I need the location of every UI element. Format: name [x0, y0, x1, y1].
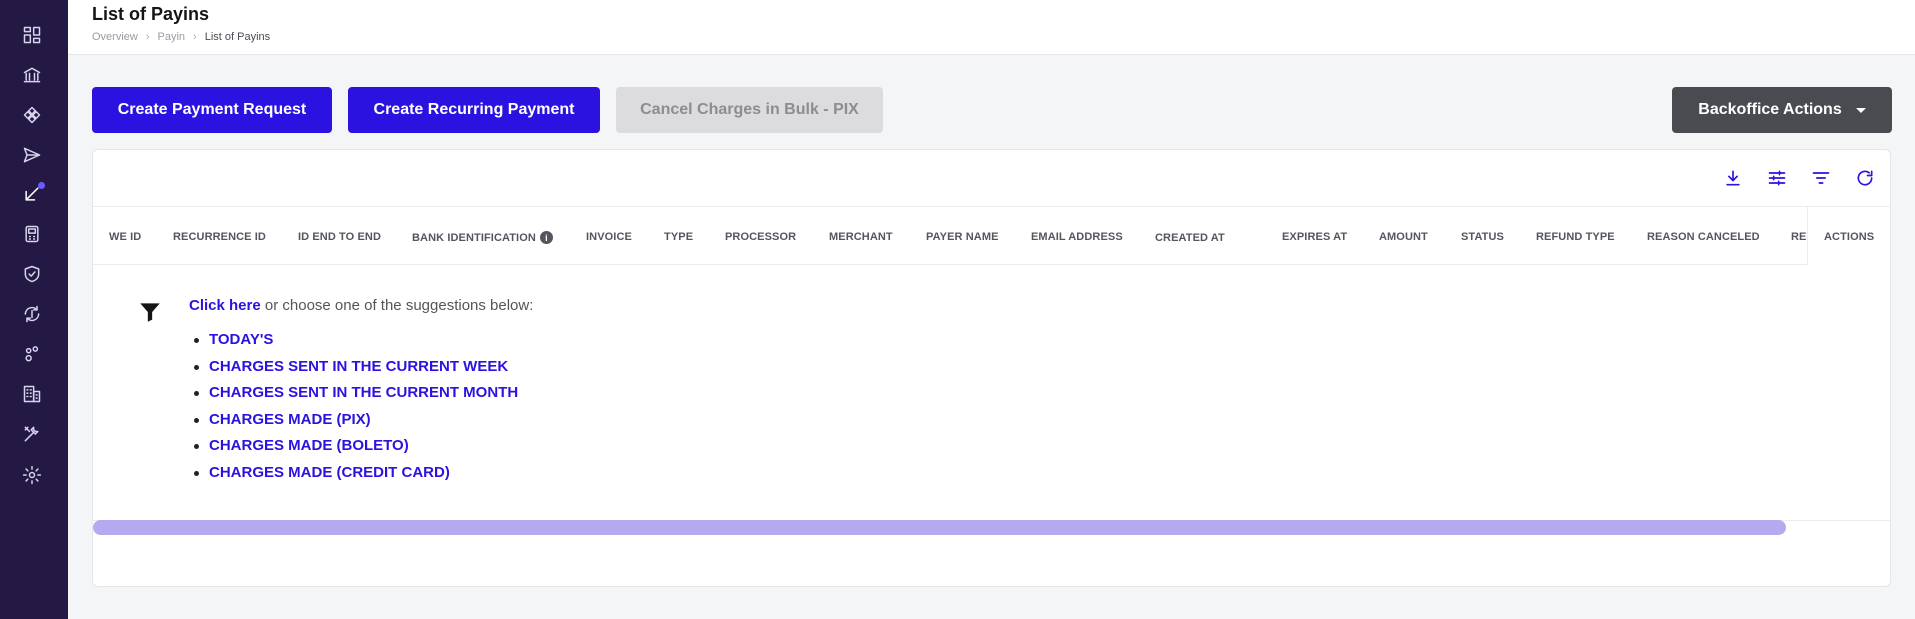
sidebar-item-pix[interactable] — [18, 101, 46, 129]
breadcrumb: Overview › Payin › List of Payins — [92, 31, 270, 43]
suggestion-todays[interactable]: TODAY'S — [189, 331, 518, 358]
breadcrumb-current: List of Payins — [204, 31, 271, 43]
suggestion-pix[interactable]: CHARGES MADE (PIX) — [189, 411, 518, 438]
download-icon — [1726, 170, 1740, 186]
sidebar-item-recurring[interactable] — [18, 300, 46, 328]
backoffice-actions-button[interactable]: Backoffice Actions — [1672, 87, 1892, 133]
cancel-charges-bulk-button[interactable]: Cancel Charges in Bulk - PIX — [616, 87, 883, 133]
column-header-we-id[interactable]: WE ID — [109, 231, 141, 243]
sidebar-item-dashboard[interactable] — [18, 21, 46, 49]
pos-terminal-icon — [25, 225, 39, 243]
caret-down-icon — [1855, 107, 1866, 113]
suggestion-boleto[interactable]: CHARGES MADE (BOLETO) — [189, 437, 518, 464]
breadcrumb-payin[interactable]: Payin — [158, 31, 186, 43]
suggestion-current-month[interactable]: CHARGES SENT IN THE CURRENT MONTH — [189, 384, 518, 411]
actions-column: ACTIONS — [1807, 207, 1890, 265]
table-header: WE ID RECURRENCE ID ID END TO END BANK I… — [93, 207, 1890, 265]
column-header-merchant[interactable]: MERCHANT — [829, 231, 893, 243]
horizontal-scrollbar[interactable] — [93, 520, 1786, 535]
send-icon — [23, 147, 41, 163]
payins-table-card: WE ID RECURRENCE ID ID END TO END BANK I… — [92, 149, 1891, 587]
suggestion-current-week[interactable]: CHARGES SENT IN THE CURRENT WEEK — [189, 358, 518, 385]
column-header-invoice[interactable]: INVOICE — [586, 231, 632, 243]
column-header-amount[interactable]: AMOUNT — [1379, 231, 1428, 243]
filter-lines-icon — [1812, 172, 1830, 184]
nodes-icon — [25, 346, 39, 362]
page-header: List of Payins Overview › Payin › List o… — [68, 0, 1915, 55]
columns-settings-icon — [1768, 170, 1786, 186]
click-here-link[interactable]: Click here — [189, 297, 261, 314]
refresh-icon — [1857, 170, 1873, 186]
sidebar-item-nodes[interactable] — [18, 340, 46, 368]
chevron-right-icon: › — [193, 31, 197, 43]
column-header-email-address[interactable]: EMAIL ADDRESS — [1031, 231, 1123, 243]
sidebar-item-companies[interactable] — [18, 380, 46, 408]
page-title: List of Payins — [92, 4, 210, 24]
dashboard-icon — [23, 26, 41, 44]
tools-icon — [24, 426, 39, 442]
table-toolbar — [93, 150, 1890, 207]
column-header-type[interactable]: TYPE — [664, 231, 693, 243]
backoffice-actions-label: Backoffice Actions — [1698, 101, 1842, 118]
sidebar-item-settings[interactable] — [18, 461, 46, 489]
suggestion-credit-card[interactable]: CHARGES MADE (CREDIT CARD) — [189, 464, 518, 491]
column-header-reason-canceled[interactable]: REASON CANCELED — [1647, 231, 1760, 243]
create-recurring-payment-button[interactable]: Create Recurring Payment — [348, 87, 600, 133]
sidebar-item-payin[interactable] — [18, 180, 46, 208]
recurring-icon — [24, 305, 40, 323]
column-header-refund-type[interactable]: REFUND TYPE — [1536, 231, 1615, 243]
column-header-expires-at[interactable]: EXPIRES AT — [1282, 231, 1347, 243]
refresh-button[interactable] — [1854, 167, 1876, 189]
funnel-icon — [140, 303, 160, 322]
sidebar-item-pos[interactable] — [18, 220, 46, 248]
filter-button[interactable] — [1810, 167, 1832, 189]
column-header-bank-identification[interactable]: BANK IDENTIFICATION i — [412, 231, 553, 244]
pix-icon — [23, 106, 41, 124]
empty-state-message: Click here or choose one of the suggesti… — [189, 297, 533, 314]
notification-dot — [38, 182, 45, 189]
sidebar-item-tools[interactable] — [18, 420, 46, 448]
column-header-actions: ACTIONS — [1824, 231, 1875, 243]
column-header-created-at[interactable]: CREATED AT — [1155, 232, 1225, 244]
sidebar-item-bank[interactable] — [18, 61, 46, 89]
building-icon — [23, 385, 41, 403]
sidebar — [0, 0, 68, 619]
column-header-recurrence-id[interactable]: RECURRENCE ID — [173, 231, 266, 243]
gear-icon — [22, 465, 42, 485]
sidebar-item-send[interactable] — [18, 141, 46, 169]
column-header-payer-name[interactable]: PAYER NAME — [926, 231, 999, 243]
column-header-status[interactable]: STATUS — [1461, 231, 1504, 243]
empty-state: Click here or choose one of the suggesti… — [93, 265, 1890, 520]
download-button[interactable] — [1722, 167, 1744, 189]
chevron-right-icon: › — [145, 31, 150, 43]
empty-state-text: or choose one of the suggestions below: — [260, 297, 534, 314]
columns-settings-button[interactable] — [1766, 167, 1788, 189]
column-header-label: BANK IDENTIFICATION — [412, 231, 536, 244]
info-icon[interactable]: i — [539, 231, 553, 244]
column-header-id-end-to-end[interactable]: ID END TO END — [298, 231, 381, 243]
column-header-processor[interactable]: PROCESSOR — [725, 231, 796, 243]
create-payment-request-button[interactable]: Create Payment Request — [92, 87, 332, 133]
sidebar-item-security[interactable] — [18, 260, 46, 288]
shield-check-icon — [24, 265, 40, 283]
breadcrumb-overview[interactable]: Overview — [92, 31, 138, 43]
bank-icon — [23, 67, 41, 83]
suggestions-list: TODAY'S CHARGES SENT IN THE CURRENT WEEK… — [189, 331, 518, 491]
